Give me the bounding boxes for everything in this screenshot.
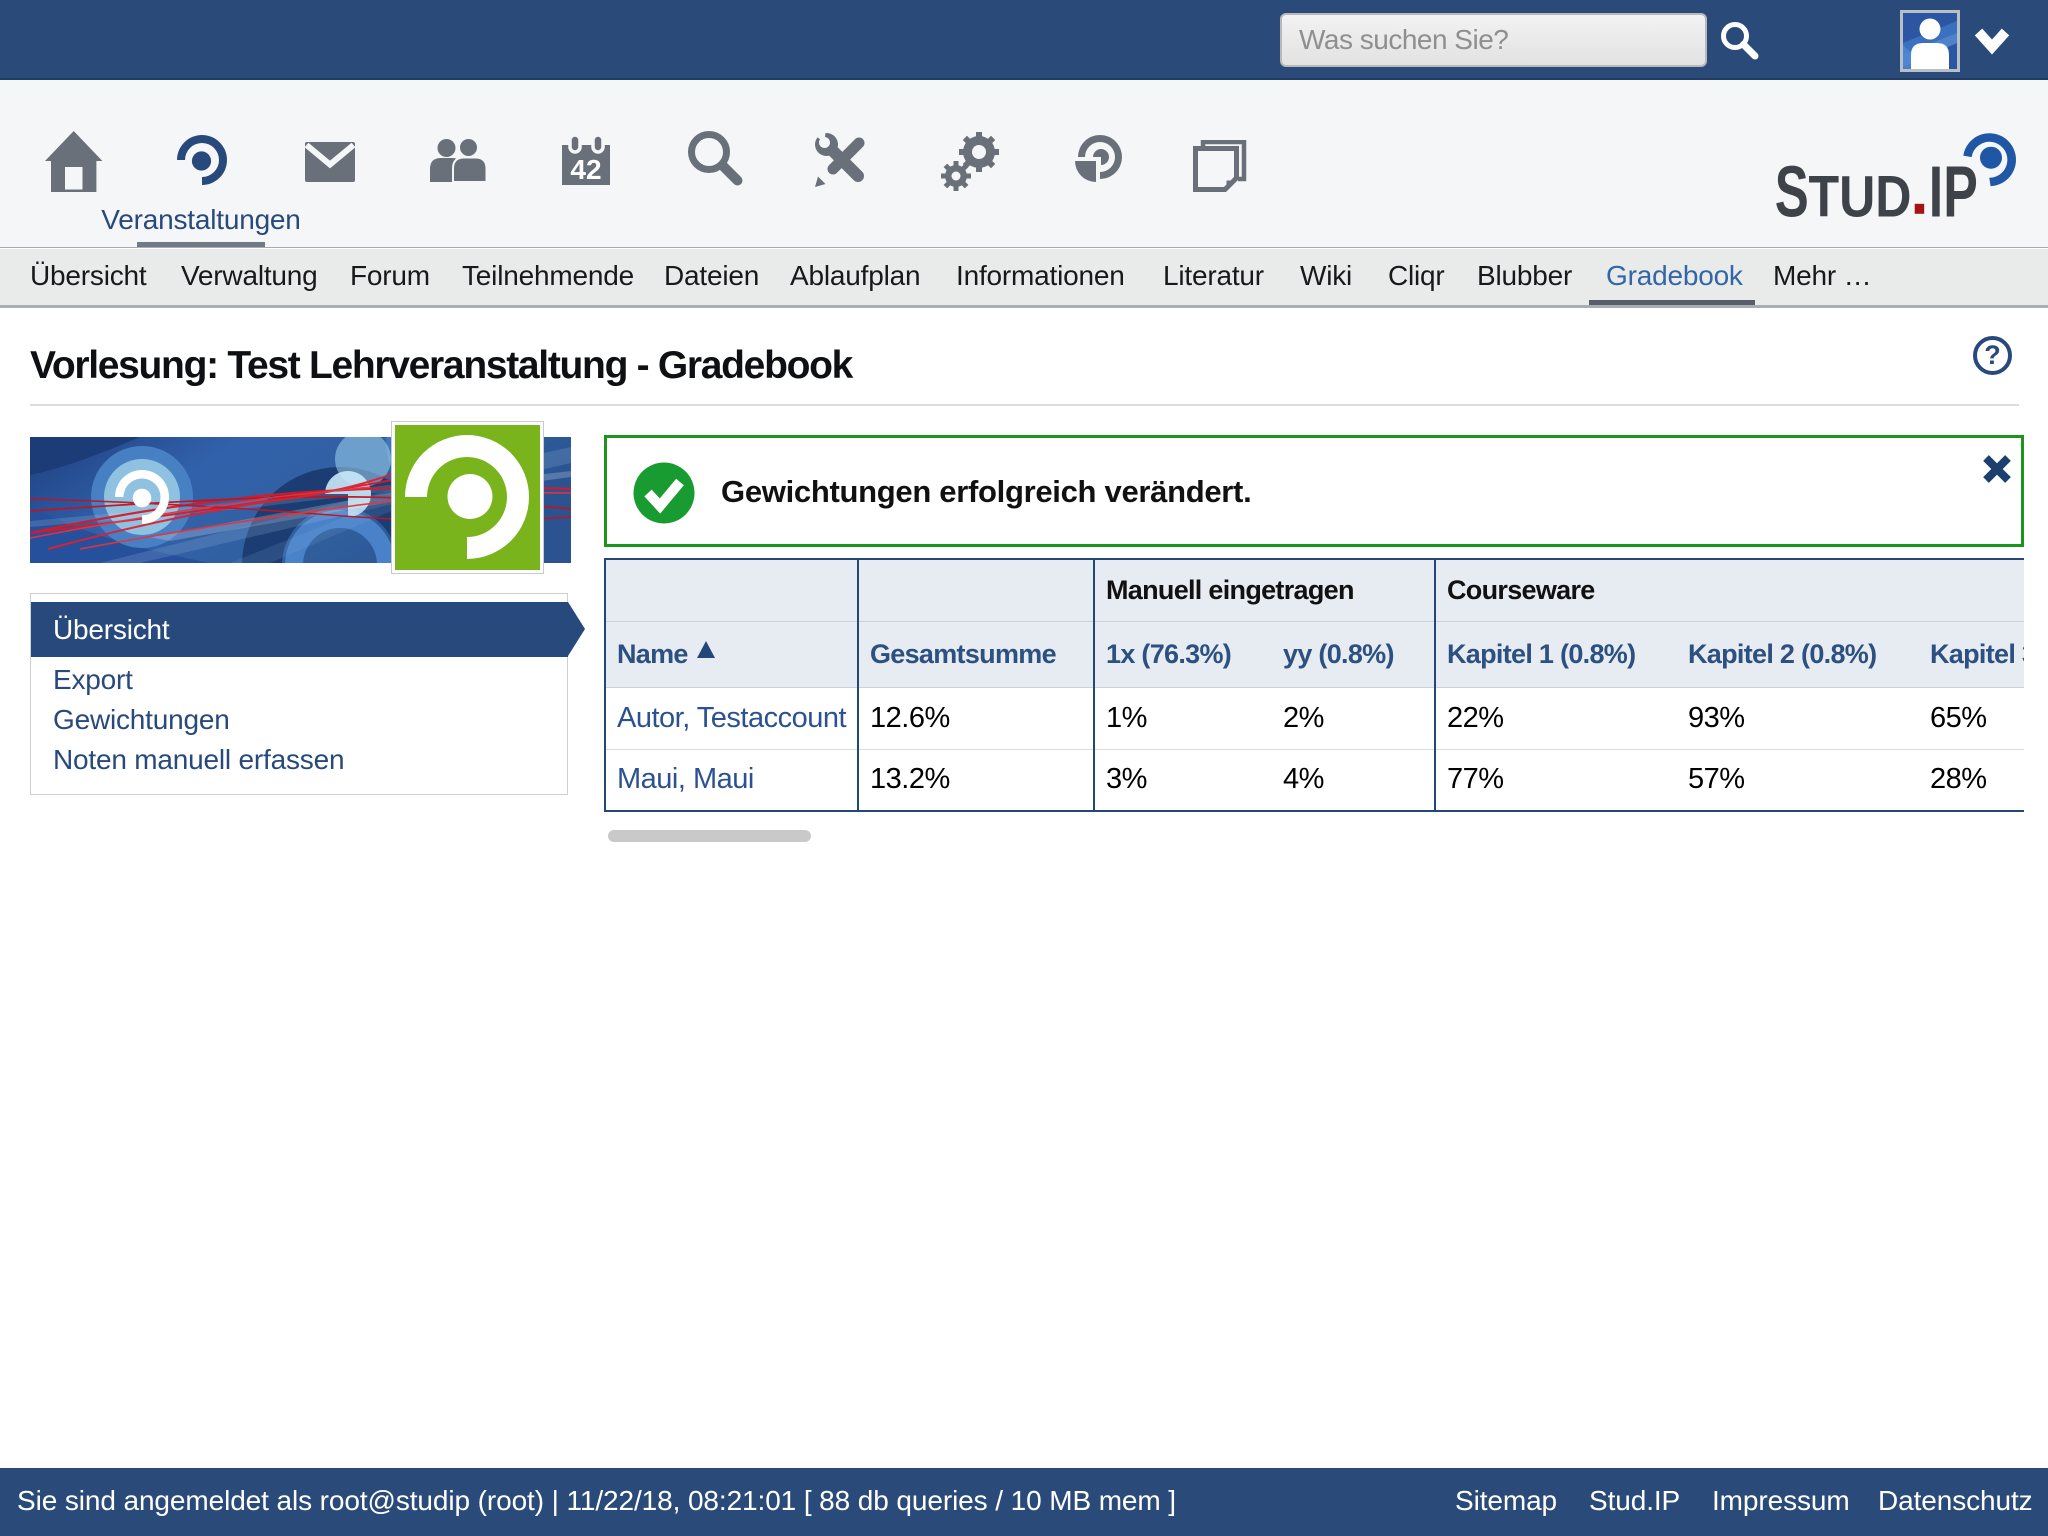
svg-text:TUD: TUD (1809, 164, 1912, 229)
svg-text:S: S (1775, 152, 1809, 232)
svg-text:IP: IP (1929, 152, 1978, 232)
svg-text:42: 42 (570, 154, 601, 185)
